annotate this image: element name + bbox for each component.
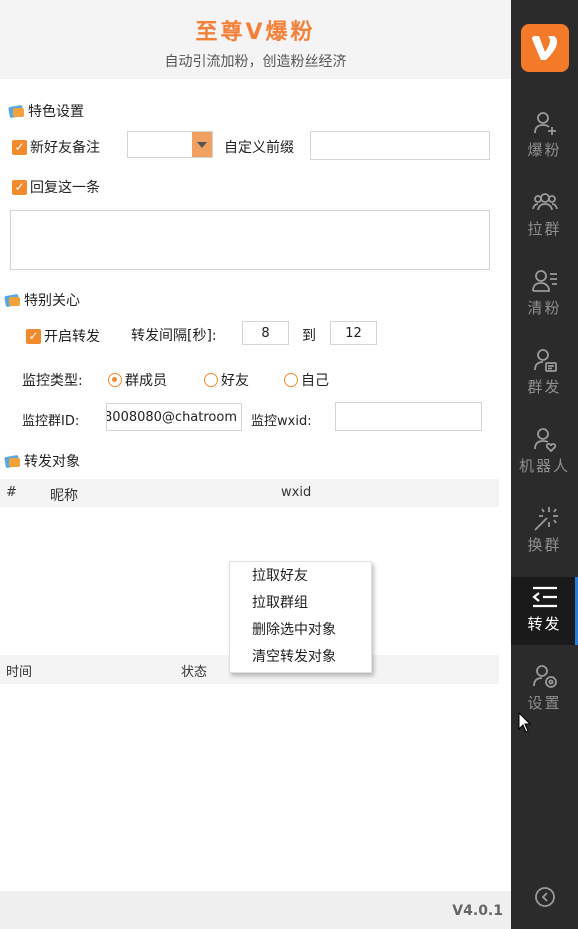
column-status[interactable]: 状态 [181,661,207,680]
tag-icon [4,293,22,308]
section-special-care-title: 特别关心 [4,290,80,310]
app-title: 至尊V爆粉 [195,20,316,45]
sidebar-item-pull-group[interactable]: 拉群 [511,182,578,250]
sidebar-label-forward: 转发 [527,615,562,633]
section-forward-targets-title: 转发对象 [4,451,80,471]
sidebar-item-switch-group[interactable]: 换群 [511,498,578,566]
app-subtitle: 自动引流加粉，创造粉丝经济 [164,54,347,70]
reply-text-area[interactable] [10,210,490,270]
wxid-input[interactable] [335,402,482,431]
tag-icon [8,104,26,119]
user-gear-icon [533,665,557,688]
mouse-cursor-icon [518,712,532,733]
new-friend-remark-label: 新好友备注 [30,140,100,156]
custom-prefix-input[interactable] [310,131,490,160]
new-friend-remark-checkbox[interactable]: ✓ 新好友备注 [12,137,100,157]
sidebar-label-switch-group: 换群 [527,536,562,554]
user-message-icon [534,349,557,372]
forward-list-icon [532,586,557,608]
menu-item-fetch-groups[interactable]: 拉取群组 [230,591,371,618]
menu-item-fetch-friends[interactable]: 拉取好友 [230,564,371,591]
wxid-label: 监控wxid: [251,414,312,429]
main-panel: 至尊V爆粉 自动引流加粉，创造粉丝经济 特色设置 ✓ 新好友备注 自定义前缀 ✓… [0,0,511,929]
radio-unchecked-icon [284,373,298,387]
footer-bar: V4.0.1 [0,891,511,929]
group-id-input[interactable]: 38008080@chatroom [106,403,242,431]
radio-self-label: 自己 [301,373,329,389]
sidebar-label-clean-fans: 清粉 [527,299,562,317]
chevron-down-icon[interactable] [192,132,212,157]
radio-self[interactable]: 自己 [284,370,329,390]
column-nickname[interactable]: 昵称 [50,485,78,505]
app-header: 至尊V爆粉 自动引流加粉，创造粉丝经济 [0,0,511,79]
context-menu: 拉取好友 拉取群组 删除选中对象 清空转发对象 [229,561,372,673]
radio-group-member[interactable]: 群成员 [108,370,167,390]
group-icon [532,193,558,211]
sidebar-label-boost-fans: 爆粉 [527,141,562,159]
radio-group-member-label: 群成员 [125,373,167,389]
sidebar-item-robot[interactable]: 机器人 [511,419,578,487]
sidebar-label-settings: 设置 [527,694,562,712]
sidebar: 爆粉 拉群 清粉 群发 机器人 换群 转发 设置 [511,0,578,929]
to-label: 到 [302,328,316,344]
sidebar-label-pull-group: 拉群 [527,220,562,238]
reply-this-checkbox[interactable]: ✓ 回复这一条 [12,177,100,197]
reply-this-label: 回复这一条 [30,180,100,196]
checkmark-icon: ✓ [12,179,27,195]
interval-from-input[interactable]: 8 [242,321,289,345]
column-time[interactable]: 时间 [6,661,32,680]
sidebar-label-mass-send: 群发 [527,378,562,396]
menu-item-delete-selected[interactable]: 删除选中对象 [230,618,371,645]
section-features-label: 特色设置 [28,104,84,120]
enable-forward-checkbox[interactable]: ✓ 开启转发 [26,326,100,346]
user-list-icon [532,270,557,292]
v-logo-icon [521,24,569,72]
sidebar-item-clean-fans[interactable]: 清粉 [511,261,578,329]
radio-checked-icon [108,373,122,387]
forward-targets-table-header: # 昵称 wxid [0,479,499,507]
tag-icon [4,454,22,469]
interval-label: 转发间隔[秒]: [131,328,217,344]
monitor-type-label: 监控类型: [22,373,83,389]
section-features-title: 特色设置 [8,101,84,121]
column-wxid[interactable]: wxid [281,485,311,500]
user-heart-icon [534,428,557,453]
remark-combo[interactable] [127,131,213,158]
column-index[interactable]: # [6,485,17,500]
sparkle-icon [534,507,558,531]
group-id-label: 监控群ID: [22,414,80,429]
sidebar-label-robot: 机器人 [518,457,570,475]
sidebar-item-forward[interactable]: 转发 [511,577,578,645]
section-forward-targets-label: 转发对象 [24,454,80,470]
section-special-care-label: 特别关心 [24,293,80,309]
custom-prefix-label: 自定义前缀 [224,140,294,156]
version-label: V4.0.1 [452,903,503,919]
checkmark-icon: ✓ [26,328,41,344]
menu-item-clear-targets[interactable]: 清空转发对象 [230,645,371,672]
radio-unchecked-icon [204,373,218,387]
checkmark-icon: ✓ [12,139,27,155]
radio-friend-label: 好友 [221,373,249,389]
radio-friend[interactable]: 好友 [204,370,249,390]
enable-forward-label: 开启转发 [44,329,100,345]
collapse-icon[interactable] [534,886,556,908]
sidebar-item-mass-send[interactable]: 群发 [511,340,578,408]
sidebar-item-boost-fans[interactable]: 爆粉 [511,103,578,171]
interval-to-input[interactable]: 12 [330,321,377,345]
user-add-icon [534,112,556,135]
